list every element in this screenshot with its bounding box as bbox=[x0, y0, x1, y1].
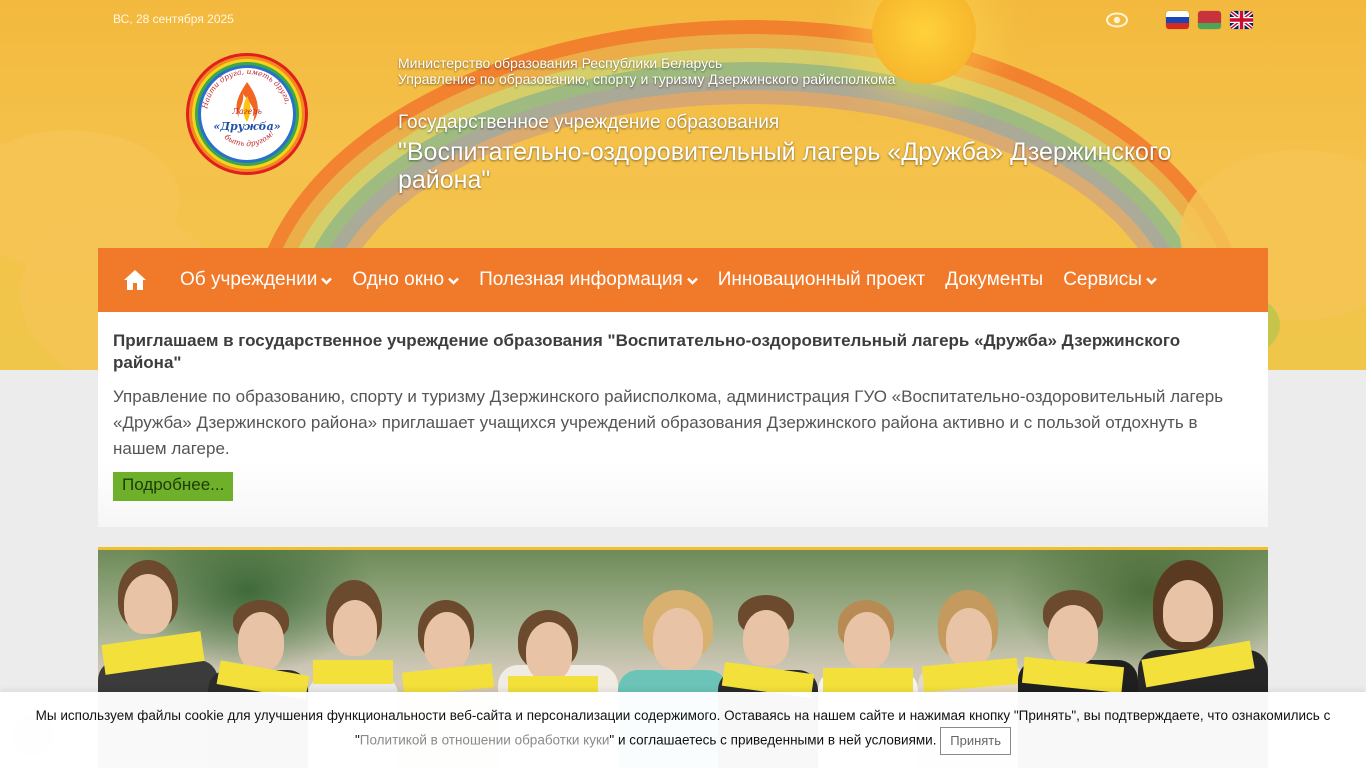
announcement-body: Управление по образованию, спорту и тури… bbox=[113, 387, 1224, 458]
nav-item-innovation-project[interactable]: Инновационный проект bbox=[708, 248, 935, 312]
current-date: ВС, 28 сентября 2025 bbox=[113, 12, 234, 26]
chevron-down-icon bbox=[686, 277, 698, 285]
nav-label: Инновационный проект bbox=[717, 269, 926, 290]
home-button[interactable] bbox=[98, 248, 172, 312]
home-icon bbox=[124, 270, 146, 290]
flag-by-icon[interactable] bbox=[1198, 11, 1221, 29]
institution-name: "Воспитательно-оздоровительный лагерь «Д… bbox=[398, 138, 1172, 194]
nav-label: Сервисы bbox=[1063, 269, 1142, 290]
cookie-banner: Мы используем файлы cookie для улучшения… bbox=[0, 692, 1366, 768]
flag-ru-icon[interactable] bbox=[1166, 11, 1189, 29]
nav-item-useful-info[interactable]: Полезная информация bbox=[469, 248, 708, 312]
ministry-block: Министерство образования Республики Бела… bbox=[398, 55, 895, 87]
visually-impaired-eye-icon[interactable] bbox=[1106, 12, 1128, 28]
announcement-title: Приглашаем в государственное учреждение … bbox=[113, 331, 1181, 372]
main-nav: Об учреждении Одно окно Полезная информа… bbox=[98, 248, 1268, 312]
nav-item-one-window[interactable]: Одно окно bbox=[342, 248, 469, 312]
cookie-text-end: " и соглашаетесь с приведенными в ней ус… bbox=[609, 732, 937, 748]
cookie-policy-link[interactable]: Политикой в отношении обработки куки bbox=[360, 733, 610, 748]
nav-label: Об учреждении bbox=[180, 269, 318, 290]
announcement-panel: Приглашаем в государственное учреждение … bbox=[98, 312, 1268, 527]
ministry-line: Министерство образования Республики Бела… bbox=[398, 55, 723, 71]
nav-item-services[interactable]: Сервисы bbox=[1053, 248, 1167, 312]
department-line: Управление по образованию, спорту и тури… bbox=[398, 71, 896, 87]
nav-item-documents[interactable]: Документы bbox=[935, 248, 1053, 312]
chevron-down-icon bbox=[448, 277, 459, 285]
institution-type: Государственное учреждение образования bbox=[398, 112, 780, 133]
nav-label: Полезная информация bbox=[479, 269, 683, 290]
logo-text-camp: Лагерь bbox=[231, 107, 262, 116]
nav-label: Одно окно bbox=[352, 269, 445, 290]
read-more-button[interactable]: Подробнее... bbox=[113, 472, 234, 501]
chevron-down-icon bbox=[1146, 277, 1157, 285]
nav-label: Документы bbox=[945, 269, 1044, 290]
language-switcher bbox=[1166, 11, 1253, 29]
camp-logo[interactable]: Лагерь «Дружба» Найти друга, иметь друга… bbox=[185, 52, 309, 176]
accept-cookies-button[interactable]: Принять bbox=[940, 727, 1012, 755]
nav-item-about[interactable]: Об учреждении bbox=[172, 248, 342, 312]
chevron-down-icon bbox=[321, 277, 333, 285]
flag-en-icon[interactable] bbox=[1230, 11, 1253, 29]
